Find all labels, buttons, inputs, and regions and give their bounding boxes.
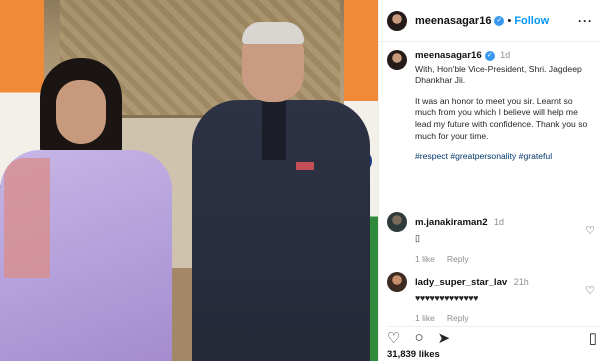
reply-button[interactable]: Reply (447, 313, 469, 323)
comment: m.janakiraman2 1d ▯ 1 like Reply ♡ (387, 212, 600, 264)
side-panel: meenasagar16 ✓ • Follow ··· meenasagar16… (378, 0, 600, 361)
avatar[interactable] (387, 50, 407, 70)
comment-icon[interactable]: ○ (414, 329, 423, 346)
reply-button[interactable]: Reply (447, 254, 469, 264)
instagram-post: meenasagar16 ✓ • Follow ··· meenasagar16… (0, 0, 600, 361)
comment-username[interactable]: lady_super_star_lav (415, 277, 507, 288)
collar (262, 100, 286, 160)
hair (242, 22, 304, 44)
comment-text: ♥♥♥♥♥♥♥♥♥♥♥♥♥ (415, 293, 478, 303)
comment-likes[interactable]: 1 like (415, 313, 435, 323)
caption-time: 1d (500, 50, 511, 60)
heart-icon[interactable]: ♡ (585, 224, 595, 237)
comment-text: ▯ (415, 233, 420, 243)
avatar[interactable] (387, 272, 407, 292)
action-bar: ♡ ○ ➤ ▯ (387, 326, 600, 347)
follow-button[interactable]: Follow (514, 15, 549, 27)
share-icon[interactable]: ➤ (438, 329, 451, 347)
verified-badge-icon: ✓ (494, 15, 505, 26)
more-options-icon[interactable]: ··· (578, 14, 593, 28)
separator: • (507, 14, 512, 27)
caption-text: meenasagar16 ✓ 1d With, Hon'ble Vice-Pres… (415, 50, 593, 163)
hashtags[interactable]: #respect #greatpersonality #grateful (415, 151, 593, 163)
person-woman (0, 58, 175, 361)
comment-body: m.janakiraman2 1d ▯ 1 like Reply (415, 212, 575, 264)
comment-time: 1d (493, 217, 504, 227)
username[interactable]: meenasagar16 (415, 15, 491, 27)
face (56, 80, 106, 144)
verified-badge-icon: ✓ (484, 50, 495, 61)
post-photo[interactable] (0, 0, 378, 361)
caption-line: It was an honor to meet you sir. Learnt … (415, 95, 588, 141)
comment-body: lady_super_star_lav 21h ♥♥♥♥♥♥♥♥♥♥♥♥♥ 1 … (415, 272, 575, 323)
avatar[interactable] (387, 212, 407, 232)
avatar[interactable] (387, 10, 407, 31)
post-header: meenasagar16 ✓ • Follow ··· (379, 0, 600, 42)
comment-username[interactable]: m.janakiraman2 (415, 217, 488, 228)
heart-icon[interactable]: ♡ (387, 329, 400, 347)
comment-time: 21h (513, 277, 529, 287)
caption: meenasagar16 ✓ 1d With, Hon'ble Vice-Pres… (387, 50, 593, 163)
likes-count[interactable]: 31,839 likes (387, 349, 440, 360)
bookmark-icon[interactable]: ▯ (589, 329, 597, 347)
caption-line: With, Hon'ble Vice-President, Shri. Jagd… (415, 63, 582, 86)
comment-likes[interactable]: 1 like (415, 254, 435, 264)
comment-meta: 1 like Reply (415, 313, 575, 323)
heart-icon[interactable]: ♡ (585, 284, 595, 297)
comment: lady_super_star_lav 21h ♥♥♥♥♥♥♥♥♥♥♥♥♥ 1 … (387, 272, 600, 323)
person-man (192, 22, 370, 361)
pocket-square (296, 162, 314, 170)
caption-username[interactable]: meenasagar16 (415, 50, 482, 61)
comment-meta: 1 like Reply (415, 254, 575, 264)
blouse (4, 158, 50, 278)
